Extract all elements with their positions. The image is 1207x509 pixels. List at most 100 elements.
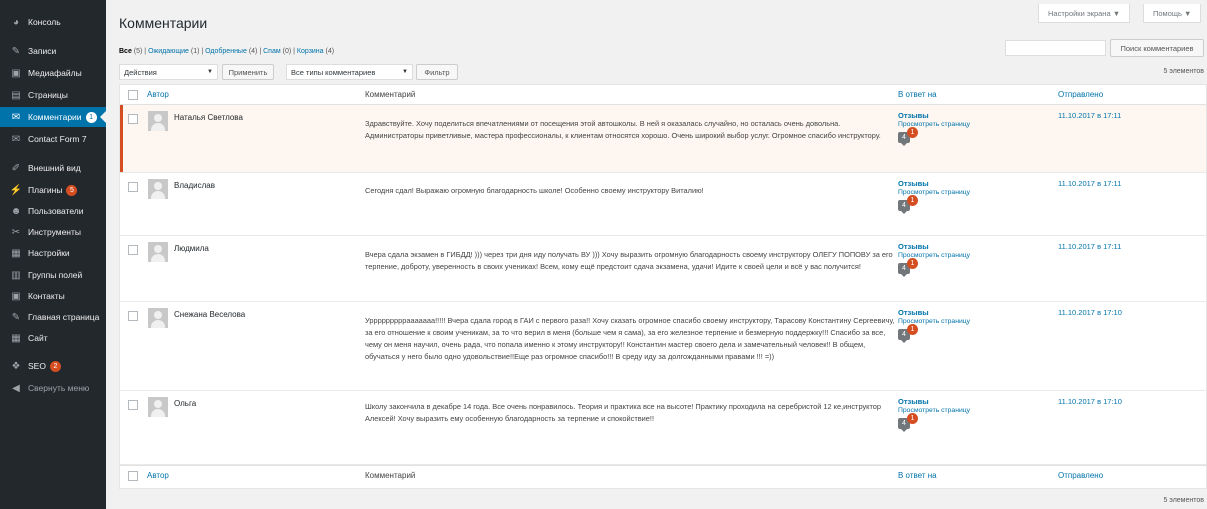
comment-count: 4 — [902, 331, 906, 338]
column-author-header[interactable]: Автор — [147, 471, 169, 480]
search-comments-button[interactable]: Поиск комментариев — [1110, 39, 1204, 57]
sidebar-item-label: Страницы — [28, 90, 68, 100]
comment-count: 4 — [902, 202, 906, 209]
comment-count-bubble[interactable]: 41 — [898, 413, 918, 432]
admin-sidebar: ◕ Консоль ✎ Записи ▣ Медиафайлы ▤ Страницы ✉… — [0, 0, 106, 509]
dashboard-icon: ◕ — [12, 16, 20, 28]
column-date-header[interactable]: Отправлено — [1058, 90, 1103, 99]
sidebar-item-contact-form[interactable]: ✉ Contact Form 7 — [0, 129, 106, 149]
apply-button[interactable]: Применить — [222, 64, 274, 80]
comment-date-link[interactable]: 11.10.2017 в 17:11 — [1058, 179, 1121, 188]
sidebar-item-dashboard[interactable]: ◕ Консоль — [0, 12, 106, 32]
items-count-bottom: 5 элементов — [1163, 497, 1204, 504]
filter-approved-link[interactable]: Одобренные — [205, 48, 247, 55]
sidebar-item-pages[interactable]: ▤ Страницы — [0, 85, 106, 105]
row-checkbox[interactable] — [128, 311, 138, 321]
response-cell: Отзывы Просмотреть страницу 41 — [898, 308, 970, 343]
search-input[interactable] — [1005, 40, 1106, 56]
plugins-icon: ⚡ — [9, 184, 23, 196]
filter-all-link[interactable]: Все — [119, 48, 132, 55]
comment-text: Школу закончила в декабре 14 года. Все о… — [365, 402, 882, 423]
column-response-header[interactable]: В ответ на — [898, 90, 937, 99]
filter-spam-link[interactable]: Спам — [263, 48, 281, 55]
screen-options-button[interactable]: Настройки экрана ▼ — [1038, 4, 1131, 23]
page-title: Комментарии — [119, 15, 208, 31]
sidebar-item-posts[interactable]: ✎ Записи — [0, 41, 106, 61]
comment-date-link[interactable]: 11.10.2017 в 17:11 — [1058, 111, 1121, 120]
response-post-link[interactable]: Отзывы — [898, 397, 970, 406]
pin-icon: ✎ — [11, 45, 21, 57]
media-icon: ▣ — [11, 67, 21, 79]
response-cell: Отзывы Просмотреть страницу 41 — [898, 242, 970, 277]
comment-count-bubble[interactable]: 41 — [898, 127, 918, 146]
filter-trash-count: (4) — [325, 48, 335, 55]
seo-notice-badge: 2 — [49, 360, 61, 372]
sidebar-item-label: Главная страница — [28, 312, 100, 322]
users-icon: ☻ — [10, 205, 22, 217]
sidebar-item-contacts[interactable]: ▣ Контакты — [0, 286, 106, 306]
sidebar-item-appearance[interactable]: ✐ Внешний вид — [0, 158, 106, 178]
row-checkbox[interactable] — [128, 114, 138, 124]
plugins-update-badge: 5 — [66, 184, 78, 196]
column-comment-header: Комментарий — [365, 471, 416, 480]
avatar — [148, 242, 168, 262]
select-all-checkbox[interactable] — [128, 90, 138, 100]
seo-icon: ❖ — [11, 360, 21, 372]
response-cell: Отзывы Просмотреть страницу 41 — [898, 397, 970, 432]
table-row: Владислав Сегодня сдал! Выражаю огромную… — [120, 173, 1206, 236]
sidebar-item-label: Настройки — [28, 248, 70, 258]
sidebar-item-media[interactable]: ▣ Медиафайлы — [0, 63, 106, 83]
filter-spam-count: (0) — [282, 48, 292, 55]
avatar — [148, 111, 168, 131]
column-author-header[interactable]: Автор — [147, 90, 169, 99]
status-filter-links: Все (5) | Ожидающие (1) | Одобренные (4)… — [119, 48, 335, 55]
filter-pending-count: (1) — [190, 48, 200, 55]
comment-text: Урррррррррааааааа!!!!! Вчера сдала город… — [365, 316, 895, 361]
sidebar-item-home-page[interactable]: ✎ Главная страница — [0, 307, 106, 327]
sidebar-item-field-groups[interactable]: ▥ Группы полей — [0, 265, 106, 285]
comment-author[interactable]: Людмила — [174, 244, 209, 253]
sidebar-item-users[interactable]: ☻ Пользователи — [0, 201, 106, 221]
response-cell: Отзывы Просмотреть страницу 41 — [898, 111, 970, 146]
comment-date-link[interactable]: 11.10.2017 в 17:11 — [1058, 242, 1121, 251]
table-header: Автор Комментарий В ответ на Отправлено — [120, 85, 1206, 105]
sidebar-item-site[interactable]: ▦ Сайт — [0, 328, 106, 348]
sidebar-item-plugins[interactable]: ⚡ Плагины 5 — [0, 180, 106, 200]
row-checkbox[interactable] — [128, 182, 138, 192]
comment-count-bubble[interactable]: 41 — [898, 195, 918, 214]
comment-author[interactable]: Ольга — [174, 399, 196, 408]
comments-count-badge: 1 — [85, 111, 97, 123]
sidebar-item-label: Внешний вид — [28, 163, 81, 173]
sidebar-item-settings[interactable]: ▦ Настройки — [0, 243, 106, 263]
pending-count-badge: 1 — [907, 324, 918, 335]
select-all-checkbox[interactable] — [128, 471, 138, 481]
column-date-header[interactable]: Отправлено — [1058, 471, 1103, 480]
response-post-link[interactable]: Отзывы — [898, 308, 970, 317]
filter-all-count: (5) — [133, 48, 143, 55]
comment-date-link[interactable]: 11.10.2017 в 17:10 — [1058, 397, 1122, 406]
bulk-action-select[interactable]: Действия ▼ — [119, 64, 218, 80]
row-checkbox[interactable] — [128, 400, 138, 410]
filter-button[interactable]: Фильтр — [416, 64, 458, 80]
row-checkbox[interactable] — [128, 245, 138, 255]
comment-count-bubble[interactable]: 41 — [898, 324, 918, 343]
comment-type-select[interactable]: Все типы комментариев ▼ — [286, 64, 413, 80]
comments-table: Автор Комментарий В ответ на Отправлено … — [119, 84, 1207, 489]
comment-count-bubble[interactable]: 41 — [898, 258, 918, 277]
comment-author[interactable]: Снежана Веселова — [174, 310, 245, 319]
column-response-header[interactable]: В ответ на — [898, 471, 937, 480]
sidebar-item-comments[interactable]: ✉ Комментарии 1 — [0, 107, 106, 127]
response-post-link[interactable]: Отзывы — [898, 179, 970, 188]
response-post-link[interactable]: Отзывы — [898, 111, 970, 120]
collapse-menu-button[interactable]: ◀ Свернуть меню — [0, 378, 106, 398]
response-post-link[interactable]: Отзывы — [898, 242, 970, 251]
comment-author[interactable]: Наталья Светлова — [174, 113, 243, 122]
field-groups-icon: ▥ — [11, 269, 21, 281]
sidebar-item-tools[interactable]: ✂ Инструменты — [0, 222, 106, 242]
comment-date-link[interactable]: 11.10.2017 в 17:10 — [1058, 308, 1122, 317]
comment-author[interactable]: Владислав — [174, 181, 215, 190]
filter-pending-link[interactable]: Ожидающие — [148, 48, 189, 55]
sidebar-item-seo[interactable]: ❖ SEO 2 — [0, 356, 106, 376]
filter-trash-link[interactable]: Корзина — [297, 48, 324, 55]
help-button[interactable]: Помощь ▼ — [1143, 4, 1202, 23]
